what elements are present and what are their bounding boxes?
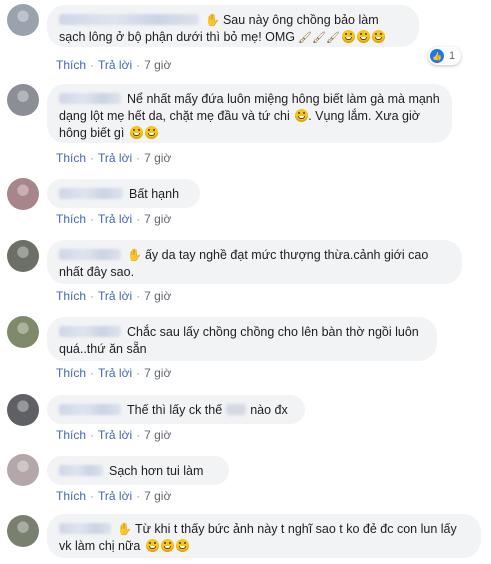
laughing-emoji-icon [129,126,143,139]
timestamp[interactable]: 7 giờ [144,428,171,442]
like-link[interactable]: Thích [56,489,86,503]
timestamp[interactable]: 7 giờ [144,212,171,226]
waving-hand-icon: ✋ [117,522,132,536]
timestamp[interactable]: 7 giờ [144,58,171,72]
avatar[interactable] [7,316,39,348]
reply-link[interactable]: Trả lời [98,212,132,226]
like-link[interactable]: Thích [56,428,86,442]
comment-bubble: ✋ ấy da tay nghề đạt mức thượng thừa.cảnh… [47,240,462,284]
laughing-emoji-icon [175,539,189,552]
avatar[interactable] [7,515,39,547]
commenter-name-blurred[interactable] [59,404,121,415]
avatar[interactable] [7,394,39,426]
comment-bubble: Chắc sau lấy chồng chồng cho lên bàn thờ… [47,317,437,361]
commenter-name-blurred[interactable] [59,14,199,25]
comment-text: Bất hạnh [129,187,180,201]
like-link[interactable]: Thích [56,366,86,380]
avatar[interactable] [7,454,39,486]
waving-hand-icon: ✋ [127,248,142,262]
reply-link[interactable]: Trả lời [98,151,132,165]
commenter-name-blurred[interactable] [59,326,121,337]
laughing-emoji-icon [145,539,159,552]
laughing-emoji-icon [160,539,174,552]
like-link[interactable]: Thích [56,151,86,165]
avatar[interactable] [7,178,39,210]
reply-link[interactable]: Trả lời [98,289,132,303]
comment-text: Thế thì lấy ck thế [127,403,223,417]
commenter-name-blurred[interactable] [59,523,111,534]
reply-link[interactable]: Trả lời [98,366,132,380]
comment-actions: Thích · Trả lời · 7 giờ [56,428,172,442]
laughing-emoji-icon [356,30,370,43]
like-icon: 👍 [430,49,444,63]
reply-link[interactable]: Trả lời [98,428,132,442]
commenter-name-blurred[interactable] [59,93,121,104]
comment-bubble: Sạch hơn tui làm [47,456,229,485]
comment-text: Sạch hơn tui làm [109,464,204,478]
commenter-name-blurred[interactable] [59,249,121,260]
comment-actions: Thích · Trả lời · 7 giờ [56,489,172,503]
comment-bubble: Thế thì lấy ck thế nào đx [47,395,305,424]
like-link[interactable]: Thích [56,212,86,226]
commenter-name-blurred[interactable] [59,465,103,476]
comment-bubble: ✋ Sau này ông chồng bảo làm sạch lông ở b… [47,5,419,47]
comment-actions: Thích · Trả lời · 7 giờ [56,58,172,72]
like-link[interactable]: Thích [56,58,86,72]
blurred-word [226,404,247,415]
timestamp[interactable]: 7 giờ [144,489,171,503]
comment-actions: Thích · Trả lời · 7 giờ [56,289,172,303]
comment-actions: Thích · Trả lời · 7 giờ [56,366,172,380]
like-link[interactable]: Thích [56,289,86,303]
avatar[interactable] [7,84,39,116]
laughing-emoji-icon [371,30,385,43]
laughing-emoji-icon [341,30,355,43]
reply-link[interactable]: Trả lời [98,489,132,503]
timestamp[interactable]: 7 giờ [144,289,171,303]
avatar[interactable] [7,4,39,36]
paintbrush-icon: 🖌🖌🖌 [298,32,340,44]
timestamp[interactable]: 7 giờ [144,366,171,380]
comment-bubble: Nể nhất mấy đứa luôn miệng hông biết làm… [47,84,452,143]
waving-hand-icon: ✋ [205,13,220,27]
comment-actions: Thích · Trả lời · 7 giờ [56,151,172,165]
commenter-name-blurred[interactable] [59,188,123,199]
laughing-emoji-icon [295,109,309,122]
reaction-count[interactable]: 👍 1 [428,47,462,65]
comment-text-end: nào đx [250,403,288,417]
comment-bubble: Bất hạnh [47,179,200,208]
reply-link[interactable]: Trả lời [98,58,132,72]
avatar[interactable] [7,240,39,272]
timestamp[interactable]: 7 giờ [144,151,171,165]
comment-actions: Thích · Trả lời · 7 giờ [56,212,172,226]
laughing-emoji-icon [144,126,158,139]
comment-bubble: ✋ Từ khi t thấy bức ảnh này t nghĩ sao t … [47,514,481,558]
